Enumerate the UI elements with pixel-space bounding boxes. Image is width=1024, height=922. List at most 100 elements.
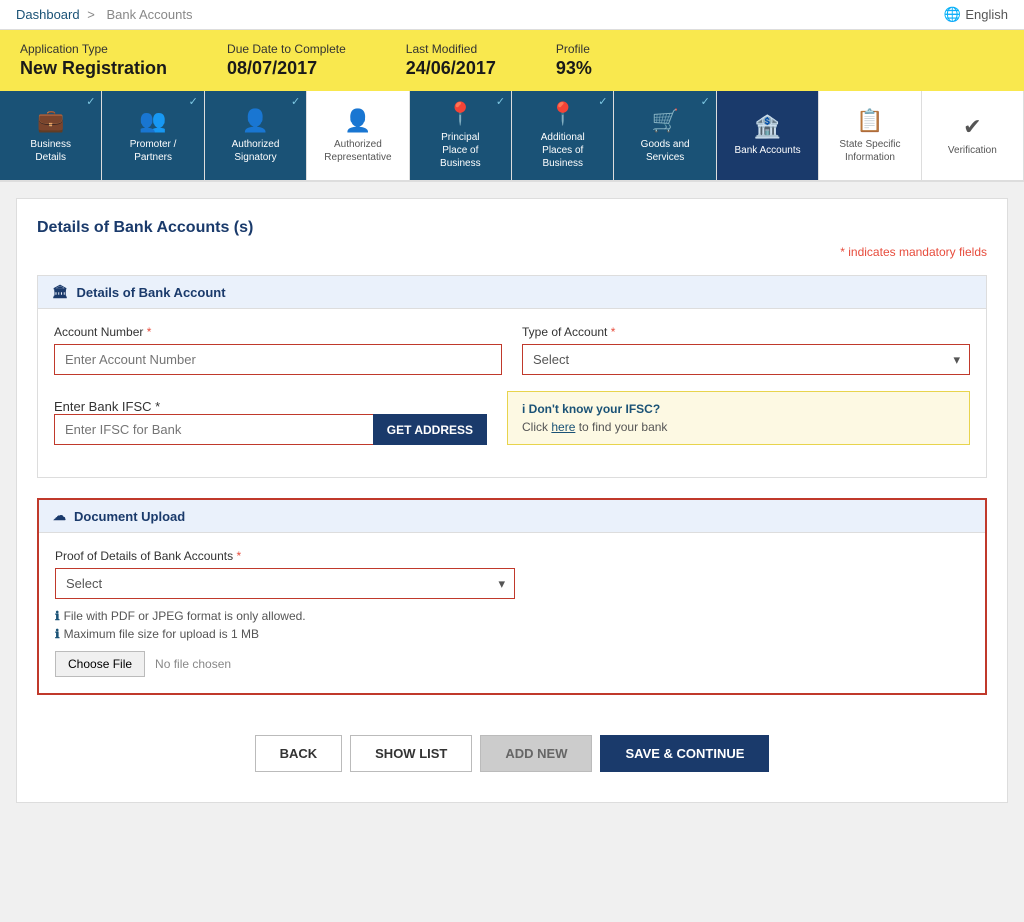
hint-link[interactable]: here xyxy=(551,420,575,434)
type-account-label: Type of Account * xyxy=(522,325,970,339)
globe-icon xyxy=(944,6,961,23)
account-number-group: Account Number * xyxy=(54,325,502,375)
type-account-select-wrapper: Select xyxy=(522,344,970,375)
bank-account-section-body: Account Number * Type of Account * Selec… xyxy=(38,309,986,477)
step-label-goods: Goods andServices xyxy=(641,138,690,164)
mandatory-star: * xyxy=(840,245,845,259)
step-check-principal: ✓ xyxy=(496,95,505,108)
step-label-representative: AuthorizedRepresentative xyxy=(324,138,391,164)
step-promoter-partners[interactable]: ✓ 👥 Promoter /Partners xyxy=(102,91,204,180)
proof-label: Proof of Details of Bank Accounts * xyxy=(55,549,969,563)
step-icon-verification: ✔ xyxy=(963,114,981,140)
breadcrumb-current: Bank Accounts xyxy=(106,7,192,22)
last-modified-label: Last Modified xyxy=(406,42,496,56)
info-icon-1: ℹ xyxy=(55,609,60,623)
profile-item: Profile 93% xyxy=(556,42,592,79)
breadcrumb-home[interactable]: Dashboard xyxy=(16,7,80,22)
ifsc-req: * xyxy=(155,399,160,414)
ifsc-input[interactable] xyxy=(54,414,373,445)
step-goods-services[interactable]: ✓ 🛒 Goods andServices xyxy=(614,91,716,180)
app-type-label: Application Type xyxy=(20,42,167,56)
proof-select[interactable]: Select xyxy=(55,568,515,599)
account-number-label: Account Number * xyxy=(54,325,502,339)
mandatory-note: * indicates mandatory fields xyxy=(37,245,987,259)
language-selector[interactable]: English xyxy=(944,6,1008,23)
step-icon-bank: 🏦 xyxy=(754,114,781,140)
step-authorized-signatory[interactable]: ✓ 👤 AuthorizedSignatory xyxy=(205,91,307,180)
step-state-specific[interactable]: 📋 State SpecificInformation xyxy=(819,91,921,180)
get-address-button[interactable]: GET ADDRESS xyxy=(373,414,487,445)
account-number-req: * xyxy=(147,325,152,339)
account-row: Account Number * Type of Account * Selec… xyxy=(54,325,970,375)
choose-file-button[interactable]: Choose File xyxy=(55,651,145,677)
add-new-button[interactable]: ADD NEW xyxy=(480,735,592,772)
file-info-2: ℹ Maximum file size for upload is 1 MB xyxy=(55,627,969,641)
app-type-value: New Registration xyxy=(20,58,167,78)
bank-account-section-header: 🏛 Details of Bank Account xyxy=(38,276,986,309)
ifsc-label: Enter Bank IFSC * xyxy=(54,399,160,414)
proof-req: * xyxy=(236,549,241,563)
profile-label: Profile xyxy=(556,42,592,56)
step-check-business: ✓ xyxy=(86,95,95,108)
file-info-1: ℹ File with PDF or JPEG format is only a… xyxy=(55,609,969,623)
step-bank-accounts[interactable]: 🏦 Bank Accounts xyxy=(717,91,819,180)
info-icon-2: ℹ xyxy=(55,627,60,641)
no-file-text: No file chosen xyxy=(155,657,231,671)
step-check-promoter: ✓ xyxy=(189,95,198,108)
doc-section-header: ☁ Document Upload xyxy=(39,500,985,533)
step-icon-additional: 📍 xyxy=(549,101,576,127)
step-icon-promoter: 👥 xyxy=(139,108,166,134)
ifsc-hint-box: i Don't know your IFSC? Click here to fi… xyxy=(507,391,970,445)
step-label-signatory: AuthorizedSignatory xyxy=(232,138,280,164)
type-account-select[interactable]: Select xyxy=(522,344,970,375)
proof-group: Proof of Details of Bank Accounts * Sele… xyxy=(55,549,969,599)
bank-section-title: Details of Bank Account xyxy=(77,285,226,300)
step-verification[interactable]: ✔ Verification xyxy=(922,91,1024,180)
step-icon-state: 📋 xyxy=(856,108,883,134)
ifsc-input-btn-group: GET ADDRESS xyxy=(54,414,487,445)
type-account-req: * xyxy=(611,325,616,339)
doc-section-title: Document Upload xyxy=(74,509,185,524)
step-label-verification: Verification xyxy=(948,144,997,157)
hint-title: i Don't know your IFSC? xyxy=(522,402,955,416)
save-continue-button[interactable]: SAVE & CONTINUE xyxy=(600,735,769,772)
choose-file-row: Choose File No file chosen xyxy=(55,651,969,677)
step-label-bank: Bank Accounts xyxy=(734,144,800,157)
step-navigation: ✓ 💼 BusinessDetails ✓ 👥 Promoter /Partne… xyxy=(0,91,1024,182)
mandatory-text: indicates mandatory fields xyxy=(848,245,987,259)
back-button[interactable]: BACK xyxy=(255,735,343,772)
profile-value: 93% xyxy=(556,58,592,78)
step-label-principal: PrincipalPlace ofBusiness xyxy=(440,131,481,170)
bottom-actions: BACK SHOW LIST ADD NEW SAVE & CONTINUE xyxy=(37,715,987,782)
app-type-item: Application Type New Registration xyxy=(20,42,167,79)
step-icon-goods: 🛒 xyxy=(651,108,678,134)
type-account-group: Type of Account * Select xyxy=(522,325,970,375)
step-check-goods: ✓ xyxy=(701,95,710,108)
document-upload-section: ☁ Document Upload Proof of Details of Ba… xyxy=(37,498,987,695)
step-check-additional: ✓ xyxy=(598,95,607,108)
step-icon-principal: 📍 xyxy=(447,101,474,127)
last-modified-item: Last Modified 24/06/2017 xyxy=(406,42,496,79)
step-label-additional: AdditionalPlaces ofBusiness xyxy=(541,131,585,170)
step-additional-places[interactable]: ✓ 📍 AdditionalPlaces ofBusiness xyxy=(512,91,614,180)
step-principal-place[interactable]: ✓ 📍 PrincipalPlace ofBusiness xyxy=(410,91,512,180)
proof-select-wrapper: Select xyxy=(55,568,515,599)
doc-section-icon: ☁ xyxy=(53,508,66,524)
hint-text: Click here to find your bank xyxy=(522,420,955,434)
due-date-label: Due Date to Complete xyxy=(227,42,346,56)
account-number-input[interactable] xyxy=(54,344,502,375)
language-label: English xyxy=(965,7,1008,22)
breadcrumb-separator: > xyxy=(87,7,95,22)
main-content: Details of Bank Accounts (s) * indicates… xyxy=(16,198,1008,803)
bank-section-icon: 🏛 xyxy=(52,284,69,300)
due-date-item: Due Date to Complete 08/07/2017 xyxy=(227,42,346,79)
info-bar: Application Type New Registration Due Da… xyxy=(0,30,1024,91)
step-label-business: BusinessDetails xyxy=(30,138,71,164)
show-list-button[interactable]: SHOW LIST xyxy=(350,735,472,772)
doc-section-body: Proof of Details of Bank Accounts * Sele… xyxy=(39,533,985,693)
step-business-details[interactable]: ✓ 💼 BusinessDetails xyxy=(0,91,102,180)
page-title: Details of Bank Accounts (s) xyxy=(37,219,987,237)
step-label-promoter: Promoter /Partners xyxy=(130,138,177,164)
step-icon-signatory: 👤 xyxy=(242,108,269,134)
step-authorized-representative[interactable]: 👤 AuthorizedRepresentative xyxy=(307,91,409,180)
